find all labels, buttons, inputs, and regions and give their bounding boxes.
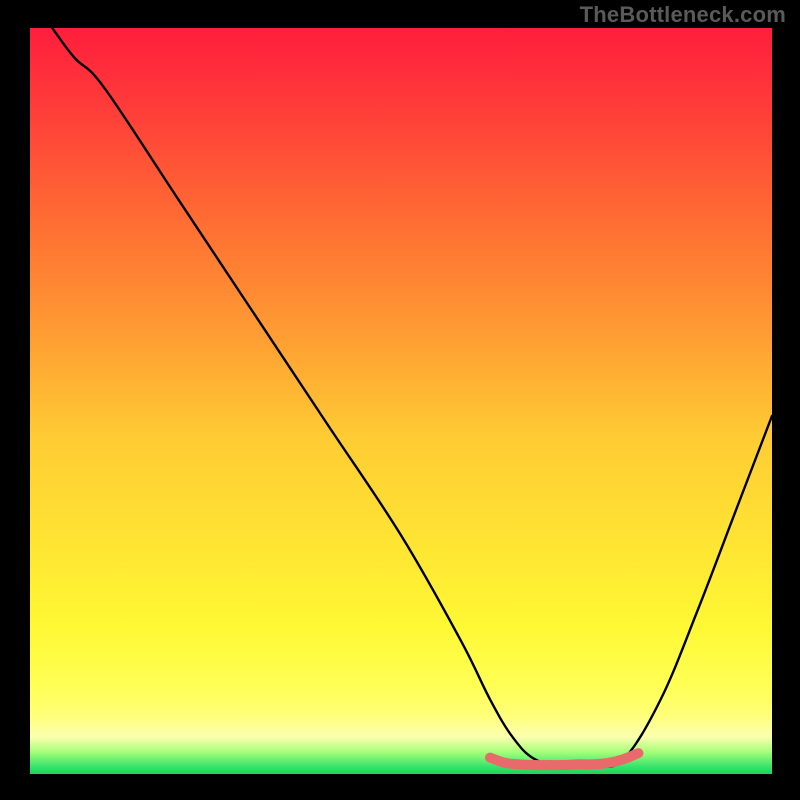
bottom-highlight xyxy=(490,753,638,765)
chart-container: TheBottleneck.com xyxy=(0,0,800,800)
curve-svg xyxy=(30,28,772,774)
plot-area xyxy=(30,28,772,774)
main-curve xyxy=(52,28,772,768)
watermark-text: TheBottleneck.com xyxy=(580,2,786,28)
